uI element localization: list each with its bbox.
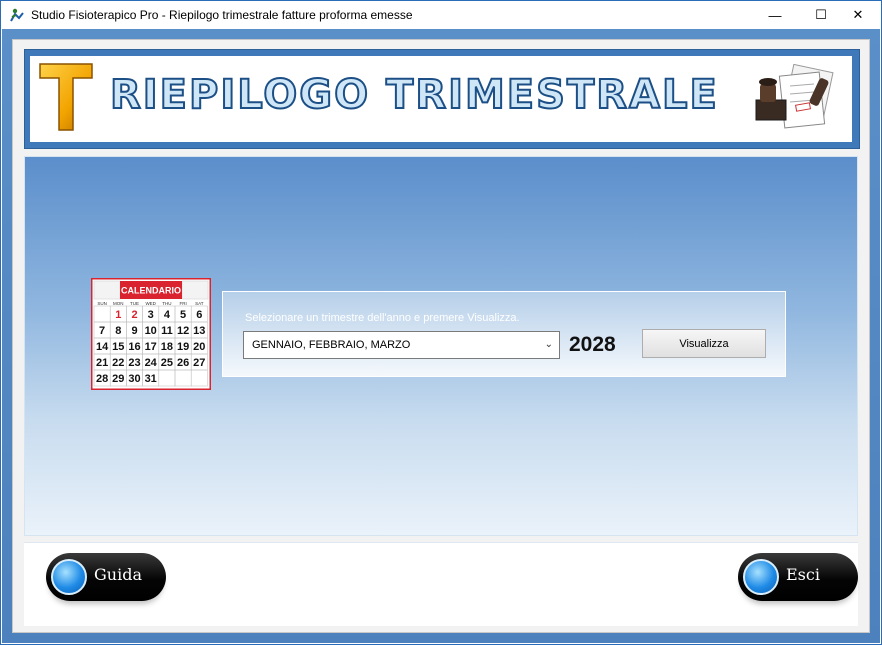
letter-t-logo-icon <box>39 63 93 131</box>
minimize-icon: — <box>768 7 782 23</box>
stamp-and-documents-icon <box>755 64 834 129</box>
close-icon: ✕ <box>852 7 864 22</box>
quarter-selection-box: Selezionare un trimestre dell'anno e pre… <box>222 291 786 377</box>
quarter-select-value: GENNAIO, FEBBRAIO, MARZO <box>252 339 411 351</box>
calendar-day: 30 <box>128 373 140 385</box>
calendar-day: 20 <box>193 341 205 353</box>
calendar-icon: CALENDARIO SUN MON TUE WED THU FRI SAT1 2 3 4 5 67 8… <box>91 278 211 390</box>
calendar-day: 13 <box>193 325 205 337</box>
app-window: Studio Fisioterapico Pro - Riepilogo tri… <box>0 0 882 645</box>
calendar-day: 10 <box>145 325 157 337</box>
calendar-day: 5 <box>180 309 186 321</box>
calendar-weekday: FRI <box>179 301 186 306</box>
calendar-day: 16 <box>128 341 140 353</box>
calendar-day: 19 <box>177 341 189 353</box>
calendar-day: 6 <box>196 309 202 321</box>
page-title: RIEPILOGO TRIMESTRALE <box>109 71 719 119</box>
calendar-weekday: WED <box>145 301 156 306</box>
help-orb-icon <box>51 559 87 595</box>
calendar-day: 31 <box>145 373 157 385</box>
calendar-day: 1 <box>115 309 121 321</box>
calendar-day: 25 <box>161 357 173 369</box>
window-title: Studio Fisioterapico Pro - Riepilogo tri… <box>31 8 413 22</box>
calendar-day: 3 <box>148 309 154 321</box>
calendar-day: 22 <box>112 357 124 369</box>
header-banner-inner: RIEPILOGO TRIMESTRALE <box>30 56 852 142</box>
calendar-day: 8 <box>115 325 121 337</box>
exit-button-label: Esci <box>786 565 820 584</box>
calendar-day: 29 <box>112 373 124 385</box>
title-bar[interactable]: Studio Fisioterapico Pro - Riepilogo tri… <box>1 1 881 29</box>
calendar-weekday: THU <box>162 301 171 306</box>
close-button[interactable]: ✕ <box>835 1 881 29</box>
content-area: CALENDARIO SUN MON TUE WED THU FRI SAT 1 2 3 4 5 6 7 8… <box>24 156 858 536</box>
calendar-day: 18 <box>161 341 173 353</box>
calendar-day: 24 <box>145 357 158 369</box>
instruction-label: Selezionare un trimestre dell'anno e pre… <box>245 312 520 324</box>
calendar-day: 4 <box>164 309 171 321</box>
quarter-select[interactable]: GENNAIO, FEBBRAIO, MARZO ⌄ <box>243 331 560 359</box>
app-logo-icon <box>10 8 24 22</box>
minimize-button[interactable]: — <box>752 1 798 29</box>
calendar-weekday: SAT <box>195 301 204 306</box>
exit-orb-icon <box>743 559 779 595</box>
calendar-day: 9 <box>131 325 137 337</box>
main-frame: RIEPILOGO TRIMESTRALE CALENDARIO SUN MON… <box>2 29 880 643</box>
calendar-day: 17 <box>145 341 157 353</box>
header-banner: RIEPILOGO TRIMESTRALE <box>24 49 860 149</box>
view-button[interactable]: Visualizza <box>642 329 766 358</box>
maximize-icon: ☐ <box>815 7 827 22</box>
help-button-label: Guida <box>94 565 142 584</box>
calendar-weekday: TUE <box>130 301 139 306</box>
calendar-heading: CALENDARIO <box>121 286 181 296</box>
exit-button[interactable]: Esci <box>738 553 858 601</box>
calendar-day: 21 <box>96 357 108 369</box>
calendar-day: 2 <box>131 309 137 321</box>
help-button[interactable]: Guida <box>46 553 166 601</box>
calendar-day: 7 <box>99 325 105 337</box>
calendar-day: 27 <box>193 357 205 369</box>
calendar-day: 28 <box>96 373 108 385</box>
bottom-toolbar: Guida Esci <box>24 542 858 626</box>
main-panel: RIEPILOGO TRIMESTRALE CALENDARIO SUN MON… <box>12 39 870 633</box>
calendar-day: 11 <box>161 325 173 337</box>
year-display: 2028 <box>569 333 616 356</box>
chevron-down-icon: ⌄ <box>544 339 553 350</box>
calendar-day: 14 <box>96 341 109 353</box>
calendar-weekday: MON <box>113 301 124 306</box>
calendar-day: 26 <box>177 357 189 369</box>
calendar-day: 12 <box>177 325 189 337</box>
calendar-day: 23 <box>128 357 140 369</box>
calendar-day: 15 <box>112 341 124 353</box>
calendar-weekday: SUN <box>97 301 107 306</box>
